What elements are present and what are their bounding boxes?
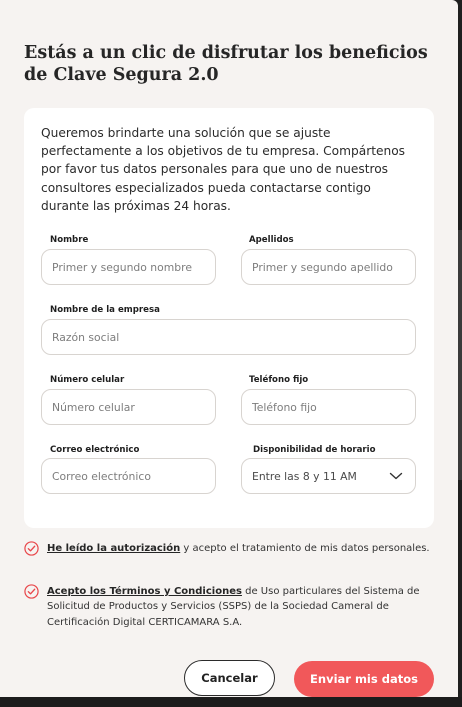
check-circle-icon[interactable] — [24, 541, 39, 556]
disponibilidad-value: Entre las 8 y 11 AM — [252, 469, 357, 483]
empresa-label: Nombre de la empresa — [50, 305, 160, 315]
check-circle-icon[interactable] — [24, 584, 39, 599]
bottom-bar — [0, 697, 462, 707]
authorization-detail: y acepto el tratamiento de mis datos per… — [180, 543, 430, 554]
apellidos-label: Apellidos — [249, 235, 294, 245]
nombre-label: Nombre — [50, 235, 89, 245]
authorization-consent: He leído la autorización y acepto el tra… — [24, 541, 438, 556]
correo-input[interactable] — [41, 458, 216, 494]
terms-consent: Acepto los Términos y Condiciones de Uso… — [24, 584, 438, 630]
cancel-button[interactable]: Cancelar — [184, 660, 275, 696]
form-card: Queremos brindarte una solución que se a… — [24, 108, 434, 528]
fijo-input[interactable] — [241, 389, 416, 425]
fijo-label: Teléfono fijo — [249, 375, 309, 385]
authorization-text: He leído la autorización y acepto el tra… — [47, 541, 430, 556]
modal-title: Estás a un clic de disfrutar los benefic… — [24, 43, 428, 85]
disponibilidad-label: Disponibilidad de horario — [253, 445, 376, 455]
contact-modal: Estás a un clic de disfrutar los benefic… — [0, 0, 458, 697]
chevron-down-icon — [389, 472, 403, 480]
terms-link[interactable]: Acepto los Términos y Condiciones — [47, 586, 242, 597]
correo-label: Correo electrónico — [50, 445, 140, 455]
authorization-link[interactable]: He leído la autorización — [47, 543, 180, 554]
apellidos-input[interactable] — [241, 249, 416, 285]
terms-text: Acepto los Términos y Condiciones de Uso… — [47, 584, 438, 630]
disponibilidad-select[interactable]: Entre las 8 y 11 AM — [241, 458, 416, 494]
empresa-input[interactable] — [41, 319, 416, 355]
submit-button[interactable]: Enviar mis datos — [294, 661, 434, 697]
celular-input[interactable] — [41, 389, 216, 425]
nombre-input[interactable] — [41, 249, 216, 285]
intro-text: Queremos brindarte una solución que se a… — [41, 126, 406, 213]
celular-label: Número celular — [50, 375, 125, 385]
